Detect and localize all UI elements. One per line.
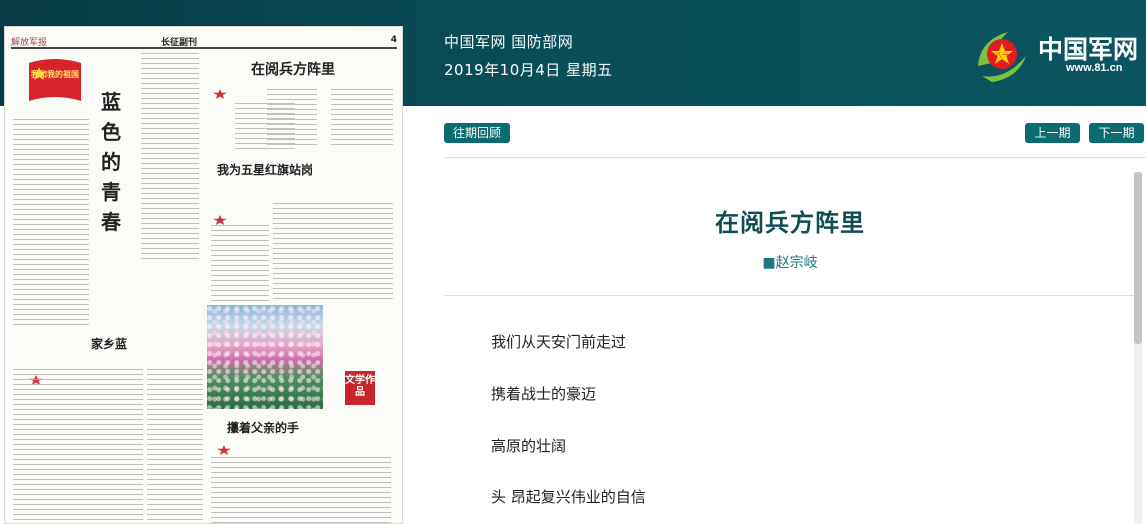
paper-text-column [267,89,317,147]
issue-date: 2019年10月4日 星期五 [444,61,613,79]
poem-line: 我们从天安门前走过 [491,333,627,351]
paper-text-column [273,203,393,303]
paper-text-column [147,369,203,523]
paper-banner-text: 我和我的祖国 [31,70,79,79]
paper-headline-vertical[interactable]: 蓝色的青春 [101,87,123,237]
newspaper-page-image[interactable]: 解放军报 长征副刊 4 我和我的祖国 蓝色的青春 在阅兵方阵里 我为五星红旗站岗… [4,26,403,524]
paper-headline-hometown[interactable]: 家乡蓝 [91,335,127,352]
paper-text-column [211,225,269,303]
paper-headline-father[interactable]: 攥着父亲的手 [227,419,299,436]
paper-banner-emblem[interactable]: 我和我的祖国 [27,55,83,107]
paper-text-column [13,119,89,327]
paper-headline-main[interactable]: 在阅兵方阵里 [251,59,335,79]
page: 中国军网 国防部网 2019年10月4日 星期五 八一 中国军网 www.81.… [0,0,1146,524]
svg-text:八一: 八一 [995,51,1009,59]
paper-text-column [331,89,393,147]
title-divider [444,295,1134,296]
poem-line: 携着战士的豪迈 [491,385,597,403]
scrollbar-thumb[interactable] [1134,172,1142,344]
paper-headline-flag[interactable]: 我为五星红旗站岗 [217,161,313,178]
logo-url: www.81.cn [1066,62,1123,74]
star-icon [213,215,227,225]
logo-text: 中国军网 [1038,35,1139,64]
poem-line: 头 昂起复兴伟业的自信 [491,488,646,506]
paper-stamp: 文学作品 [345,371,375,405]
article-author: ■赵宗岐 [762,255,818,271]
top-divider [444,157,1146,158]
paper-masthead: 解放军报 [11,38,48,48]
paper-text-column [13,369,143,523]
emblem-icon: 八一 [978,32,1026,82]
site-name[interactable]: 中国军网 国防部网 [444,31,573,52]
paper-painting-image[interactable] [207,305,323,409]
article-scrollbar[interactable] [1134,172,1142,524]
prev-issue-button[interactable]: 上一期 [1025,123,1080,143]
article-title: 在阅兵方阵里 [715,209,865,237]
star-icon [217,445,231,455]
site-logo[interactable]: 八一 中国军网 www.81.cn [972,22,1144,84]
paper-section-title: 长征副刊 [161,38,198,48]
paper-page-number: 4 [390,35,397,45]
flag-icon [29,59,81,101]
paper-text-column [211,457,391,523]
archive-button[interactable]: 往期回顾 [444,123,510,143]
paper-text-column [141,53,199,261]
poem-line: 高原的壮阔 [491,437,567,455]
star-icon [213,89,227,99]
next-issue-button[interactable]: 下一期 [1089,123,1144,143]
paper-header: 解放军报 长征副刊 4 [11,35,397,49]
